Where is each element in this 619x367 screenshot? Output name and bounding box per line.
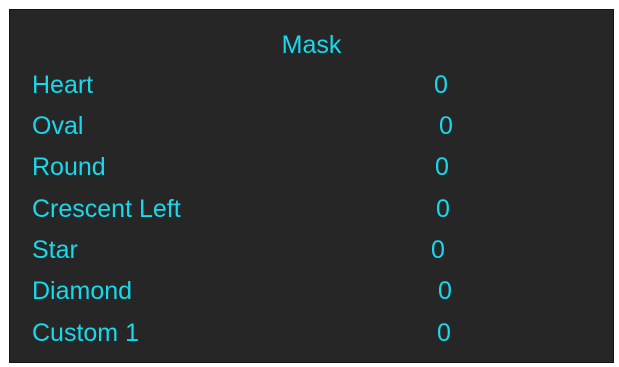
menu-item-oval[interactable]: Oval 0	[10, 111, 613, 141]
menu-title: Mask	[281, 31, 342, 59]
menu-item-value[interactable]: 0	[436, 194, 450, 224]
menu-item-label: Oval	[32, 112, 84, 140]
menu-item-label: Crescent Left	[32, 195, 181, 223]
menu-item-value[interactable]: 0	[434, 70, 448, 100]
menu-item-label: Diamond	[32, 277, 133, 305]
menu-item-diamond[interactable]: Diamond 0	[10, 276, 613, 306]
menu-item-label: Round	[32, 153, 106, 181]
mask-menu-screen: Mask Heart 0 Oval 0 Round 0 Crescent Lef…	[9, 9, 614, 363]
menu-item-crescent-left[interactable]: Crescent Left 0	[10, 194, 613, 224]
menu-item-label: Heart	[32, 71, 94, 99]
menu-item-custom-1[interactable]: Custom 1 0	[10, 318, 613, 348]
menu-item-star[interactable]: Star 0	[10, 235, 613, 265]
menu-item-value[interactable]: 0	[439, 111, 453, 141]
menu-item-label: Custom 1	[32, 319, 139, 347]
menu-item-value[interactable]: 0	[437, 318, 451, 348]
menu-item-label: Star	[32, 236, 78, 264]
menu-item-value[interactable]: 0	[435, 152, 449, 182]
menu-item-round[interactable]: Round 0	[10, 152, 613, 182]
menu-item-heart[interactable]: Heart 0	[10, 70, 613, 100]
menu-item-value[interactable]: 0	[438, 276, 452, 306]
menu-item-value[interactable]: 0	[431, 235, 445, 265]
